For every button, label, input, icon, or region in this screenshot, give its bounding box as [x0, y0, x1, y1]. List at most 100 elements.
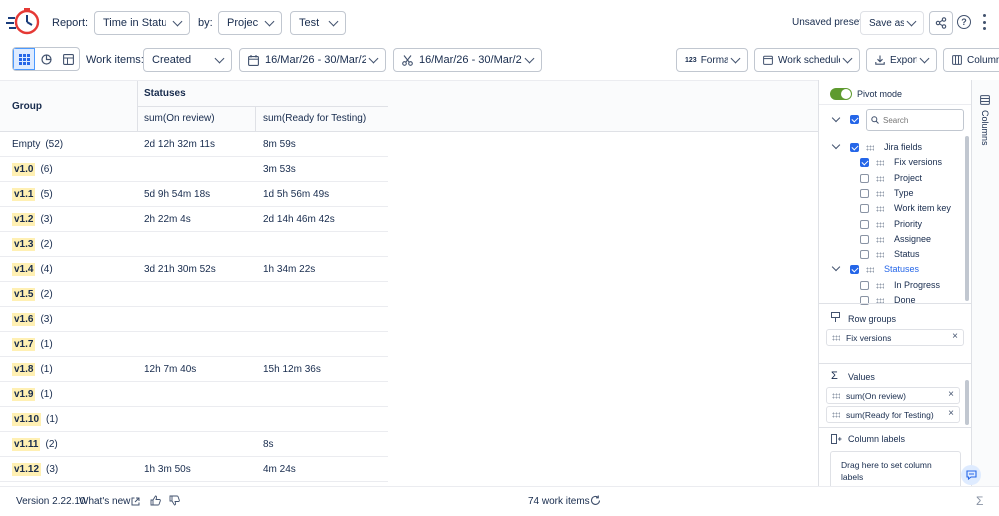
drag-handle-icon[interactable] [832, 411, 840, 418]
drag-handle-icon[interactable] [832, 392, 840, 399]
external-link-icon[interactable] [131, 497, 140, 506]
more-menu-icon[interactable] [983, 14, 987, 30]
column-tree-item[interactable]: Done [819, 293, 964, 308]
column-search-box[interactable] [866, 109, 964, 131]
whats-new-link[interactable]: What's new [79, 496, 130, 507]
thumbs-down-icon[interactable] [169, 495, 180, 506]
table-row[interactable]: v1.7 (1) [0, 332, 388, 357]
column-checkbox[interactable] [860, 234, 869, 244]
column-checkbox[interactable] [850, 143, 859, 152]
column-tree-item[interactable]: Assignee [819, 232, 964, 247]
chevron-down-icon [264, 16, 275, 26]
tree-scrollbar[interactable] [965, 136, 969, 301]
remove-icon[interactable]: × [948, 408, 954, 419]
table-row[interactable]: v1.5 (2) [0, 282, 388, 307]
column-search-input[interactable] [883, 115, 959, 125]
columns-button[interactable]: Column [943, 48, 999, 72]
table-row[interactable]: v1.0 (6) 3m 53s [0, 157, 388, 182]
column-tree-item[interactable]: Fix versions [819, 155, 964, 170]
column-labels-drop-zone[interactable]: Drag here to set column labels [830, 451, 961, 486]
share-button[interactable] [929, 11, 953, 35]
chevron-down-icon[interactable] [831, 140, 841, 150]
table-row[interactable]: v1.8 (1) 12h 7m 40s 15h 12m 36s [0, 357, 388, 382]
grid-view-button[interactable] [13, 48, 35, 70]
chevron-down-icon[interactable] [831, 263, 841, 272]
on-review-cell: 12h 7m 40s [144, 364, 197, 375]
row-group-pill[interactable]: Fix versions × [826, 329, 964, 346]
group-name: v1.12 [12, 463, 42, 476]
help-icon[interactable]: ? [957, 15, 971, 29]
column-checkbox[interactable] [860, 219, 869, 229]
column-tree-item[interactable]: In Progress [819, 278, 964, 293]
work-items-dropdown[interactable]: Created [143, 48, 232, 72]
columns-tab-label[interactable]: Columns [980, 110, 990, 146]
column-checkbox[interactable] [860, 280, 869, 290]
select-all-checkbox[interactable] [850, 115, 859, 124]
chat-support-button[interactable] [961, 465, 981, 485]
format-dropdown[interactable]: 123 Format [676, 48, 748, 72]
drag-handle-icon[interactable] [876, 221, 884, 228]
pivot-mode-toggle[interactable] [830, 88, 852, 100]
drag-handle-icon[interactable] [876, 252, 884, 259]
remove-icon[interactable]: × [952, 331, 958, 342]
calendar-view-button[interactable] [57, 48, 79, 70]
report-dropdown[interactable]: Time in Status [94, 11, 190, 35]
project-dropdown[interactable]: Test [290, 11, 346, 35]
column-tree-item[interactable]: Jira fields [819, 140, 964, 155]
on-review-column-header[interactable]: sum(On review) [144, 106, 215, 131]
date-range-picker-created[interactable]: 16/Mar/26 - 30/Mar/26 [239, 48, 386, 72]
statuses-column-group-header[interactable]: Statuses [144, 81, 186, 106]
work-schedule-dropdown[interactable]: Work schedule [754, 48, 860, 72]
ready-for-testing-column-header[interactable]: sum(Ready for Testing) [263, 106, 366, 131]
table-row[interactable]: v1.10 (1) [0, 407, 388, 432]
column-checkbox[interactable] [860, 173, 869, 183]
drag-handle-icon[interactable] [876, 236, 884, 243]
collapse-all-chevron-icon[interactable] [831, 113, 841, 123]
column-tree-item[interactable]: Priority [819, 217, 964, 232]
column-checkbox[interactable] [860, 188, 869, 198]
save-as-dropdown[interactable]: Save as [860, 11, 924, 35]
remove-icon[interactable]: × [948, 389, 954, 400]
columns-icon[interactable] [980, 95, 990, 105]
values-scrollbar[interactable] [965, 380, 969, 425]
chart-view-button[interactable] [35, 48, 57, 70]
table-row[interactable]: v1.3 (2) [0, 232, 388, 257]
by-dropdown[interactable]: Project [218, 11, 282, 35]
table-row[interactable]: v1.11 (2) 8s [0, 432, 388, 457]
column-checkbox[interactable] [860, 250, 869, 260]
date-range-picker-cut[interactable]: 16/Mar/26 - 30/Mar/26 [393, 48, 542, 72]
table-row[interactable]: v1.2 (3) 2h 22m 4s 2d 14h 46m 42s [0, 207, 388, 232]
ready-for-testing-cell: 8s [263, 439, 274, 450]
drag-handle-icon[interactable] [876, 282, 884, 289]
drag-handle-icon[interactable] [866, 267, 874, 274]
drag-handle-icon[interactable] [876, 160, 884, 167]
drag-handle-icon[interactable] [866, 145, 874, 151]
column-checkbox[interactable] [860, 204, 869, 214]
export-dropdown[interactable]: Export [866, 48, 937, 72]
drag-handle-icon[interactable] [832, 334, 840, 341]
table-row[interactable]: v1.12 (3) 1h 3m 50s 4m 24s [0, 457, 388, 482]
drag-handle-icon[interactable] [876, 206, 884, 213]
table-row[interactable]: Empty (52) 2d 12h 32m 11s 8m 59s [0, 132, 388, 157]
column-tree-item[interactable]: Work item key [819, 201, 964, 216]
table-row[interactable]: v1.1 (5) 5d 9h 54m 18s 1d 5h 56m 49s [0, 182, 388, 207]
column-checkbox[interactable] [860, 158, 869, 168]
table-row[interactable]: v1.9 (1) [0, 382, 388, 407]
column-tree-label: Work item key [894, 203, 951, 214]
column-tree-label: Status [894, 249, 920, 260]
column-tree-item[interactable]: Statuses [819, 262, 964, 277]
column-tree-item[interactable]: Status [819, 247, 964, 262]
table-row[interactable]: v1.4 (4) 3d 21h 30m 52s 1h 34m 22s [0, 257, 388, 282]
value-pill[interactable]: sum(On review) × [826, 387, 960, 404]
drag-handle-icon[interactable] [876, 190, 884, 197]
drag-handle-icon[interactable] [876, 175, 884, 182]
table-row[interactable]: v1.6 (3) [0, 307, 388, 332]
group-column-header[interactable]: Group [12, 94, 42, 119]
column-checkbox[interactable] [850, 265, 859, 275]
refresh-icon[interactable] [590, 495, 601, 506]
column-tree-item[interactable]: Project [819, 171, 964, 186]
chevron-down-icon [172, 16, 183, 26]
thumbs-up-icon[interactable] [150, 495, 161, 506]
value-pill[interactable]: sum(Ready for Testing) × [826, 406, 960, 423]
column-tree-item[interactable]: Type [819, 186, 964, 201]
